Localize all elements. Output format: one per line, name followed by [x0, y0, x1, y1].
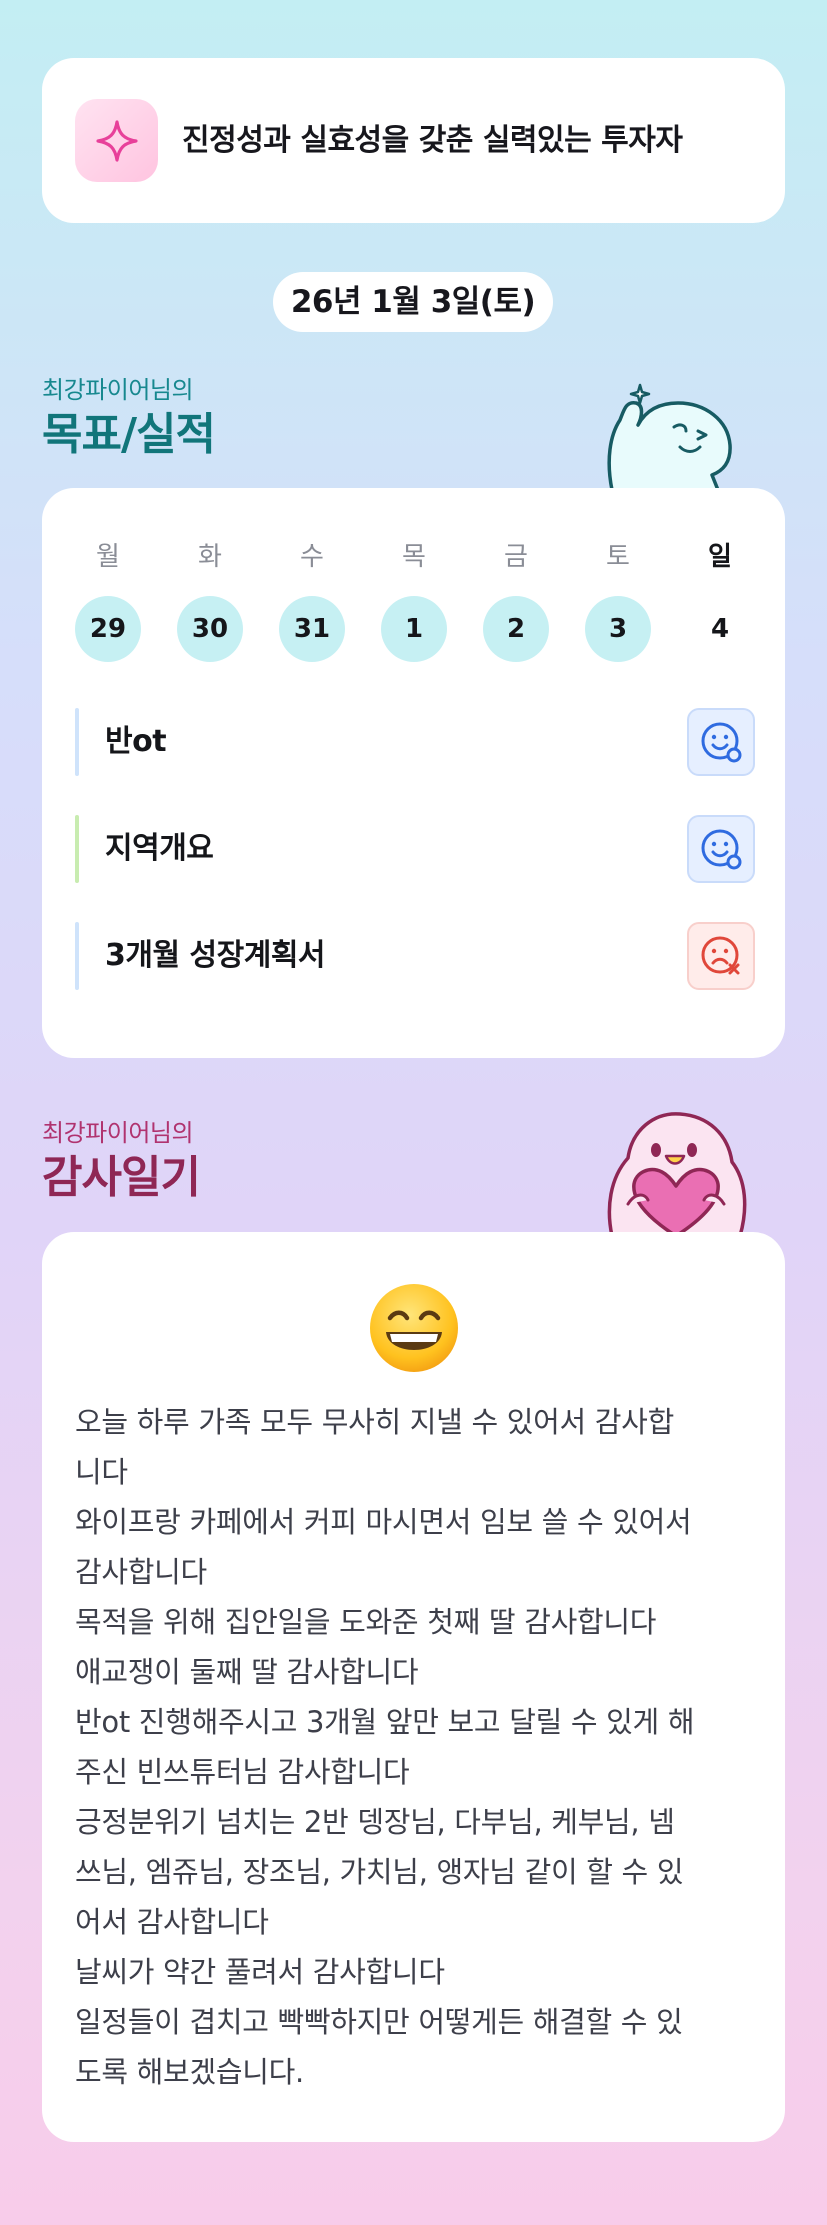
gratitude-line: 반ot 진행해주시고 3개월 앞만 보고 달릴 수 있게 해	[75, 1705, 695, 1739]
sparkle-icon	[75, 99, 158, 182]
weekday-mon: 월	[96, 542, 120, 572]
motto-card: 진정성과 실효성을 갖춘 실력있는 투자자	[42, 58, 785, 223]
gratitude-line: 주신 빈쓰튜터님 감사합니다	[75, 1755, 410, 1789]
gratitude-text: 오늘 하루 가족 모두 무사히 지낼 수 있어서 감사합 니다 와이프랑 카페에…	[75, 1397, 755, 2097]
gratitude-line: 어서 감사합니다	[75, 1905, 269, 1939]
weekday-thu: 목	[402, 542, 426, 572]
gratitude-line: 애교쟁이 둘째 딸 감사합니다	[75, 1655, 419, 1689]
date-cell[interactable]: 1	[381, 596, 447, 662]
gratitude-line: 일정들이 겹치고 빡빡하지만 어떻게든 해결할 수 있	[75, 2005, 683, 2039]
gratitude-line: 니다	[75, 1455, 128, 1489]
gratitude-line: 와이프랑 카페에서 커피 마시면서 임보 쓸 수 있어서	[75, 1505, 692, 1539]
date-cell-selected[interactable]: 3	[585, 596, 651, 662]
date-cell[interactable]: 31	[279, 596, 345, 662]
weekday-fri: 금	[504, 542, 528, 572]
weekday-sat: 토	[606, 542, 630, 572]
gratitude-line: 날씨가 약간 풀려서 감사합니다	[75, 1955, 445, 1989]
task-item[interactable]: 지역개요	[75, 815, 755, 883]
gratitude-line: 긍정분위기 넘치는 2반 뎅장님, 다부님, 케부님, 넴	[75, 1805, 675, 1839]
gratitude-line: 감사합니다	[75, 1555, 207, 1589]
sad-x-icon[interactable]	[687, 922, 755, 990]
task-label: 반ot	[105, 724, 167, 759]
smile-icon[interactable]	[687, 708, 755, 776]
smile-icon[interactable]	[687, 815, 755, 883]
goals-card: 월 화 수 목 금 토 일 29 30 31 1 2 3 4 반ot 지역개요	[42, 488, 785, 1058]
task-item[interactable]: 반ot	[75, 708, 755, 776]
date-cell[interactable]: 2	[483, 596, 549, 662]
mascot-heart-illustration	[598, 1108, 754, 1240]
grinning-face-icon	[368, 1282, 460, 1374]
gratitude-card: 오늘 하루 가족 모두 무사히 지낼 수 있어서 감사합 니다 와이프랑 카페에…	[42, 1232, 785, 2142]
task-color-bar	[75, 922, 79, 990]
motto-text: 진정성과 실효성을 갖춘 실력있는 투자자	[182, 123, 683, 158]
date-cell[interactable]: 4	[687, 596, 753, 662]
gratitude-title: 감사일기	[42, 1152, 201, 1203]
gratitude-line: 도록 해보겠습니다.	[75, 2055, 304, 2089]
task-color-bar	[75, 708, 79, 776]
mascot-waving-illustration	[600, 365, 750, 494]
date-cell[interactable]: 29	[75, 596, 141, 662]
gratitude-line: 쓰님, 엠쥬님, 장조님, 가치님, 앵자님 같이 할 수 있	[75, 1855, 684, 1889]
date-cell[interactable]: 30	[177, 596, 243, 662]
weekday-tue: 화	[198, 542, 222, 572]
task-item[interactable]: 3개월 성장계획서	[75, 922, 755, 990]
weekday-sun: 일	[708, 542, 732, 572]
task-color-bar	[75, 815, 79, 883]
task-label: 3개월 성장계획서	[105, 938, 326, 973]
gratitude-line: 오늘 하루 가족 모두 무사히 지낼 수 있어서 감사합	[75, 1405, 674, 1439]
gratitude-line: 목적을 위해 집안일을 도와준 첫째 딸 감사합니다	[75, 1605, 657, 1639]
date-label: 26년 1월 3일(토)	[273, 272, 553, 332]
goals-title: 목표/실적	[42, 409, 216, 460]
weekday-wed: 수	[300, 542, 324, 572]
task-label: 지역개요	[105, 831, 214, 866]
